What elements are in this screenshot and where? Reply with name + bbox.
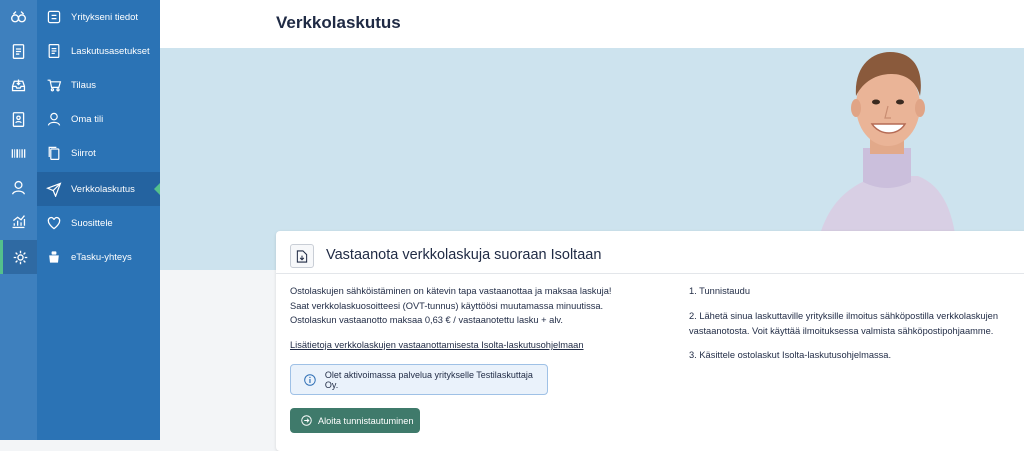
user-icon — [37, 111, 71, 127]
sidebar-item-yritykseni-tiedot[interactable]: Yritykseni tiedot — [37, 0, 160, 34]
intro-line: Ostolaskujen sähköistäminen on kätevin t… — [290, 286, 612, 296]
step-2-line: vastaanotosta. Voit käyttää ilmoituksess… — [689, 325, 994, 336]
icon-rail — [0, 0, 37, 440]
more-info-link[interactable]: Lisätietoja verkkolaskujen vastaanottami… — [290, 340, 584, 350]
sidebar-item-oma-tili[interactable]: Oma tili — [37, 102, 160, 136]
gear-icon[interactable] — [0, 240, 37, 274]
step-3: 3. Käsittele ostolaskut Isolta-laskutuso… — [689, 350, 892, 360]
sidebar-item-suosittele[interactable]: Suosittele — [37, 206, 160, 240]
document-download-icon — [290, 244, 314, 268]
page-header: Verkkolaskutus — [160, 0, 1024, 49]
info-notice: Olet aktivoimassa palvelua yritykselle T… — [290, 364, 548, 395]
verkkolasku-card: Vastaanota verkkolaskuja suoraan Isoltaa… — [276, 231, 1024, 451]
info-icon — [304, 373, 316, 386]
sidebar: Yritykseni tiedot Laskutusasetukset Tila… — [37, 0, 160, 440]
user-icon[interactable] — [0, 170, 37, 204]
sidebar-item-label: Verkkolaskutus — [71, 183, 135, 195]
intro-line: Ostolaskun vastaanotto maksaa 0,63 € / v… — [290, 315, 563, 325]
step-2: 2. Lähetä sinua laskuttaville yrityksill… — [689, 309, 998, 338]
sidebar-item-label: Yritykseni tiedot — [71, 11, 139, 23]
sidebar-item-label: Suosittele — [71, 217, 113, 229]
card-header: Vastaanota verkkolaskuja suoraan Isoltaa… — [276, 231, 1024, 274]
intro-line: Saat verkkolaskuosoitteesi (OVT-tunnus) … — [290, 300, 604, 311]
sidebar-item-siirrot[interactable]: Siirrot — [37, 136, 160, 170]
page-title: Verkkolaskutus — [276, 13, 401, 32]
start-authentication-button[interactable]: Aloita tunnistautuminen — [290, 408, 420, 433]
logo-icon[interactable] — [0, 0, 37, 34]
info-text: Olet aktivoimassa palvelua yritykselle T… — [324, 369, 533, 390]
send-icon — [37, 181, 71, 197]
building-icon — [37, 9, 71, 25]
sidebar-item-label: Laskutusasetukset — [71, 45, 150, 57]
barcode-icon[interactable] — [0, 136, 37, 170]
heart-icon — [37, 215, 71, 231]
cart-icon — [37, 77, 71, 93]
bag-icon — [37, 249, 71, 265]
sidebar-item-etasku-yhteys[interactable]: eTasku-yhteys — [37, 240, 160, 274]
sidebar-item-label: eTasku-yhteys — [71, 251, 132, 263]
sidebar-item-label: Siirrot — [71, 147, 96, 159]
sidebar-item-label: Tilaus — [71, 79, 96, 91]
contact-icon[interactable] — [0, 102, 37, 136]
intro-text: Ostolaskujen sähköistäminen on kätevin t… — [290, 284, 611, 328]
chart-icon[interactable] — [0, 204, 37, 238]
copy-icon — [37, 145, 71, 161]
sidebar-item-verkkolaskutus[interactable]: Verkkolaskutus — [37, 172, 160, 206]
button-label: Aloita tunnistautuminen — [318, 415, 414, 426]
card-title: Vastaanota verkkolaskuja suoraan Isoltaa… — [326, 247, 602, 263]
inbox-icon[interactable] — [0, 68, 37, 102]
step-1: 1. Tunnistaudu — [689, 286, 750, 296]
sidebar-item-laskutusasetukset[interactable]: Laskutusasetukset — [37, 34, 160, 68]
step-2-line: 2. Lähetä sinua laskuttaville yrityksill… — [689, 311, 999, 321]
sidebar-item-label: Oma tili — [71, 113, 104, 125]
arrow-right-circle-icon — [301, 415, 312, 426]
document-icon[interactable] — [0, 34, 37, 68]
sidebar-item-tilaus[interactable]: Tilaus — [37, 68, 160, 102]
invoice-icon — [37, 43, 71, 59]
